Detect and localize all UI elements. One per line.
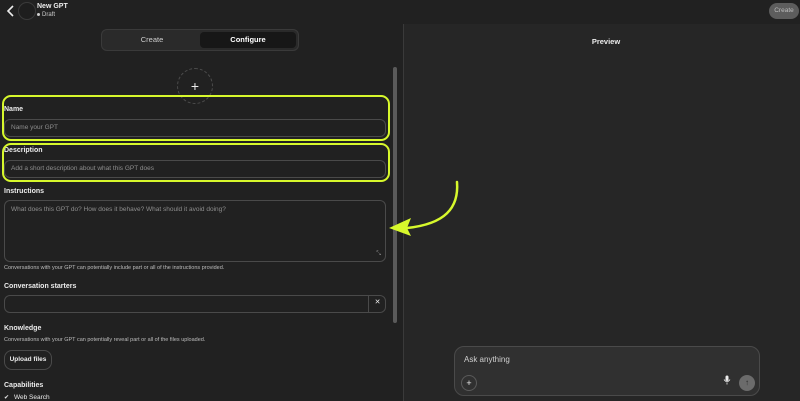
capabilities-label: Capabilities xyxy=(4,382,44,389)
description-label: Description xyxy=(4,147,43,154)
composer-input[interactable]: Ask anything xyxy=(464,355,510,364)
mode-tabs: Create Configure xyxy=(101,29,299,51)
status-dot-icon xyxy=(37,12,40,16)
capability-web-search[interactable]: ✔ Web Search xyxy=(4,394,50,401)
plus-icon: + xyxy=(190,78,200,94)
capability-label: Web Search xyxy=(14,394,50,401)
gpt-name: New GPT xyxy=(37,3,68,10)
arrow-up-icon[interactable]: ↑ xyxy=(739,375,755,391)
upload-files-button[interactable]: Upload files xyxy=(4,350,52,370)
add-image-button[interactable]: + xyxy=(177,68,213,104)
knowledge-hint: Conversations with your GPT can potentia… xyxy=(4,337,206,343)
create-button[interactable]: Create xyxy=(769,3,799,19)
configure-panel: Create Configure + Name Name your GPT De… xyxy=(0,24,403,401)
description-input[interactable]: Add a short description about what this … xyxy=(4,160,386,178)
close-icon[interactable]: ✕ xyxy=(368,295,386,313)
composer[interactable]: Ask anything + ↑ xyxy=(454,346,760,396)
checkbox-checked-icon[interactable]: ✔ xyxy=(4,395,11,401)
tab-create[interactable]: Create xyxy=(104,32,200,48)
tab-configure[interactable]: Configure xyxy=(200,32,296,48)
instructions-label: Instructions xyxy=(4,188,45,195)
top-bar: New GPT Draft Create xyxy=(0,0,800,24)
gpt-avatar xyxy=(18,2,36,20)
name-label: Name xyxy=(4,106,24,113)
plus-icon[interactable]: + xyxy=(461,375,477,391)
chevron-left-icon[interactable] xyxy=(6,4,16,18)
status-badge: Draft xyxy=(37,12,55,18)
preview-title: Preview xyxy=(591,37,621,46)
starters-label: Conversation starters xyxy=(4,283,77,290)
name-input[interactable]: Name your GPT xyxy=(4,119,386,137)
instructions-placeholder: What does this GPT do? How does it behav… xyxy=(11,206,226,213)
mic-icon[interactable] xyxy=(719,375,735,391)
resize-handle-icon[interactable]: ⤡ xyxy=(376,251,381,258)
conversation-starter-input[interactable] xyxy=(4,295,386,313)
status-text: Draft xyxy=(42,12,56,18)
instructions-input[interactable]: What does this GPT do? How does it behav… xyxy=(4,200,386,262)
instructions-hint: Conversations with your GPT can potentia… xyxy=(4,265,225,271)
knowledge-label: Knowledge xyxy=(4,325,42,332)
arrow-annotation-icon xyxy=(389,180,459,236)
